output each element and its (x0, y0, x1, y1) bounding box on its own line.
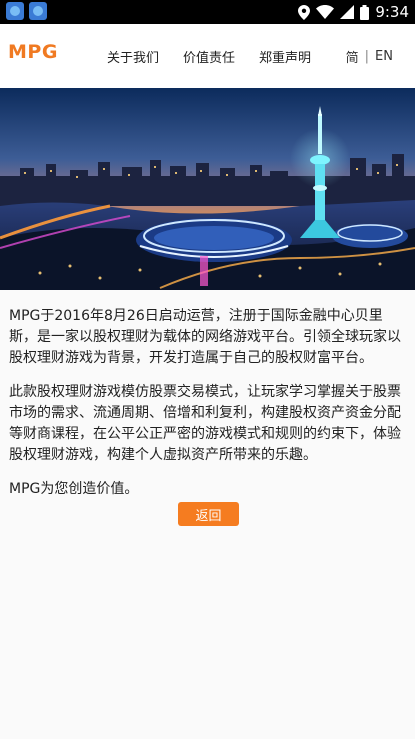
language-switcher: 简 | EN (346, 47, 393, 66)
about-content: MPG于2016年8月26日启动运营，注册于国际金融中心贝里斯，是一家以股权理财… (9, 306, 401, 513)
app-notification-icon (29, 2, 47, 20)
wifi-icon (316, 5, 335, 19)
signal-icon (340, 5, 355, 19)
nav-disclaimer[interactable]: 郑重声明 (259, 47, 311, 66)
nav-value-responsibility[interactable]: 价值责任 (183, 47, 235, 66)
status-bar: 9:34 (0, 0, 415, 24)
location-icon (298, 4, 311, 20)
back-button[interactable]: 返回 (178, 502, 239, 526)
hero-city-night-image (0, 88, 415, 290)
app-notification-icon (6, 2, 24, 20)
lang-simplified-chinese[interactable]: 简 (346, 47, 359, 66)
about-paragraph: MPG为您创造价值。 (9, 481, 139, 497)
lang-english[interactable]: EN (375, 49, 393, 64)
clock-time: 9:34 (375, 3, 409, 21)
nav-about-us[interactable]: 关于我们 (107, 47, 159, 66)
city-skyline-illustration (0, 88, 415, 290)
site-logo[interactable]: MPG (8, 41, 58, 63)
about-paragraph: MPG于2016年8月26日启动运营，注册于国际金融中心贝里斯，是一家以股权理财… (9, 308, 401, 366)
battery-icon (360, 4, 370, 20)
about-paragraph: 此款股权理财游戏模仿股票交易模式，让玩家学习掌握关于股票市场的需求、流通周期、倍… (9, 384, 401, 463)
lang-separator: | (364, 49, 370, 64)
site-header: MPG 关于我们 价值责任 郑重声明 简 | EN (0, 24, 415, 88)
